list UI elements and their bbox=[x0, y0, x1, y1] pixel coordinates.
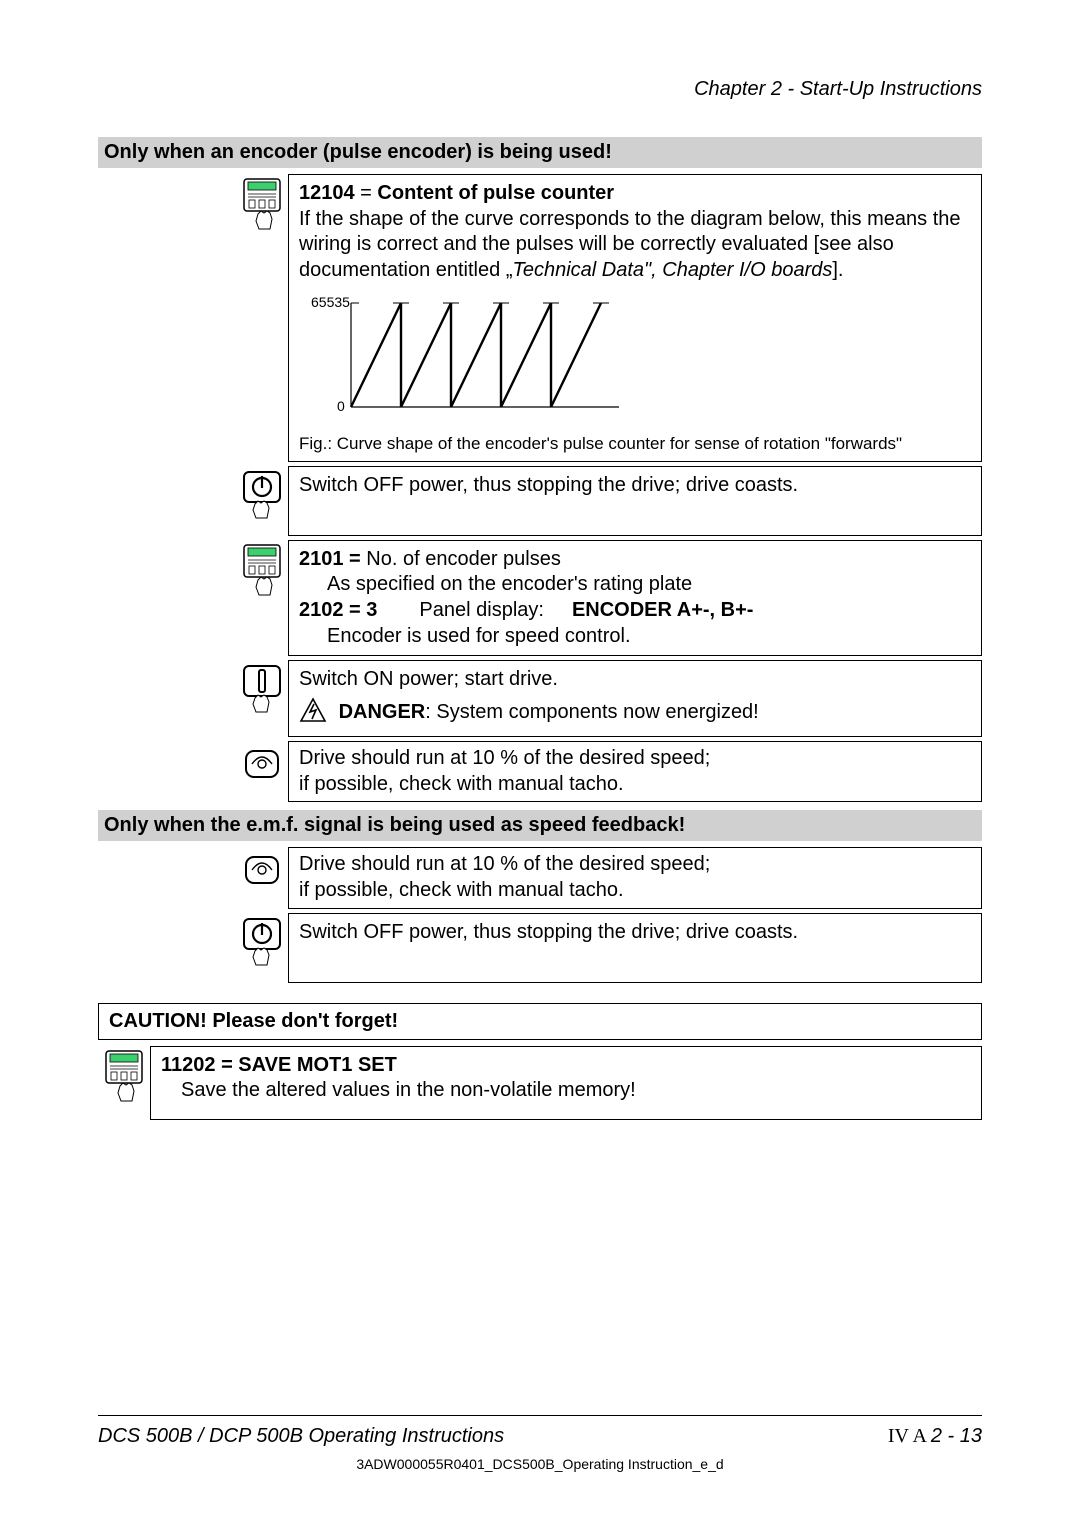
power-off-icon bbox=[241, 917, 283, 969]
switch-off-text-2: Switch OFF power, thus stopping the driv… bbox=[299, 921, 798, 943]
param-2102-sub: Encoder is used for speed control. bbox=[299, 624, 631, 650]
speed-line1a: Drive should run at 10 % of the desired … bbox=[299, 746, 971, 772]
row-switch-off-1: Switch OFF power, thus stopping the driv… bbox=[236, 466, 982, 536]
power-on-icon bbox=[241, 664, 283, 716]
row-check-speed-2: Drive should run at 10 % of the desired … bbox=[236, 847, 982, 908]
footer-docid: 3ADW000055R0401_DCS500B_Operating Instru… bbox=[0, 1456, 1080, 1472]
param-2101-desc: No. of encoder pulses bbox=[366, 548, 561, 570]
panel-display-label: Panel display: bbox=[419, 599, 544, 621]
param-2101: 2101 = bbox=[299, 548, 366, 570]
row-switch-on: Switch ON power; start drive. DANGER: Sy… bbox=[236, 660, 982, 737]
control-panel-icon bbox=[240, 178, 284, 234]
save-text: Save the altered values in the non-volat… bbox=[161, 1078, 636, 1104]
danger-label: DANGER bbox=[339, 701, 426, 723]
footer-page-number: 2 - 13 bbox=[931, 1425, 982, 1447]
section-emf-header: Only when the e.m.f. signal is being use… bbox=[98, 810, 982, 841]
danger-text: : System components now energized! bbox=[425, 701, 759, 723]
caution-text: Please don't forget! bbox=[212, 1010, 398, 1032]
chapter-header: Chapter 2 - Start-Up Instructions bbox=[98, 78, 982, 101]
control-panel-icon bbox=[102, 1050, 146, 1106]
param-12104: 12104 bbox=[299, 182, 355, 204]
footer-divider bbox=[98, 1415, 982, 1416]
row-check-speed-1: Drive should run at 10 % of the desired … bbox=[236, 741, 982, 802]
param-12104-title: Content of pulse counter bbox=[377, 182, 614, 204]
footer-main: DCS 500B / DCP 500B Operating Instructio… bbox=[98, 1425, 982, 1448]
ytick-max: 65535 bbox=[311, 294, 350, 310]
chart-caption: Fig.: Curve shape of the encoder's pulse… bbox=[299, 433, 971, 455]
footer-doc-title: DCS 500B / DCP 500B Operating Instructio… bbox=[98, 1425, 504, 1448]
row-save: 11202 = SAVE MOT1 SET Save the altered v… bbox=[98, 1046, 982, 1120]
switch-off-text-1: Switch OFF power, thus stopping the driv… bbox=[299, 474, 798, 496]
watch-icon bbox=[242, 745, 282, 785]
param-2101-sub: As specified on the encoder's rating pla… bbox=[299, 572, 692, 598]
speed-line2a: if possible, check with manual tacho. bbox=[299, 772, 971, 798]
watch-icon bbox=[242, 851, 282, 891]
box1-doc-ref: Technical Data", Chapter I/O boards bbox=[512, 259, 832, 281]
speed-line1b: Drive should run at 10 % of the desired … bbox=[299, 852, 971, 878]
caution-label: CAUTION! bbox=[109, 1010, 207, 1032]
speed-line2b: if possible, check with manual tacho. bbox=[299, 878, 971, 904]
power-off-icon bbox=[241, 470, 283, 522]
control-panel-icon bbox=[240, 544, 284, 600]
box1-text-close: ]. bbox=[832, 259, 843, 281]
section-encoder-header: Only when an encoder (pulse encoder) is … bbox=[98, 137, 982, 168]
row-pulse-counter: 12104 = Content of pulse counter If the … bbox=[236, 174, 982, 462]
footer-right-prefix: IV A bbox=[888, 1425, 931, 1447]
encoder-sawtooth-chart: 65535 0 bbox=[309, 289, 971, 427]
param-2102: 2102 = 3 bbox=[299, 599, 377, 621]
danger-triangle-icon bbox=[299, 697, 327, 731]
caution-box: CAUTION! Please don't forget! bbox=[98, 1003, 982, 1040]
row-switch-off-2: Switch OFF power, thus stopping the driv… bbox=[236, 913, 982, 983]
row-encoder-params: 2101 = No. of encoder pulses As specifie… bbox=[236, 540, 982, 656]
panel-display-value: ENCODER A+-, B+- bbox=[572, 599, 754, 621]
ytick-min: 0 bbox=[337, 398, 345, 414]
switch-on-text: Switch ON power; start drive. bbox=[299, 667, 971, 693]
save-param: 11202 = SAVE MOT1 SET bbox=[161, 1053, 971, 1079]
eq: = bbox=[355, 182, 378, 204]
